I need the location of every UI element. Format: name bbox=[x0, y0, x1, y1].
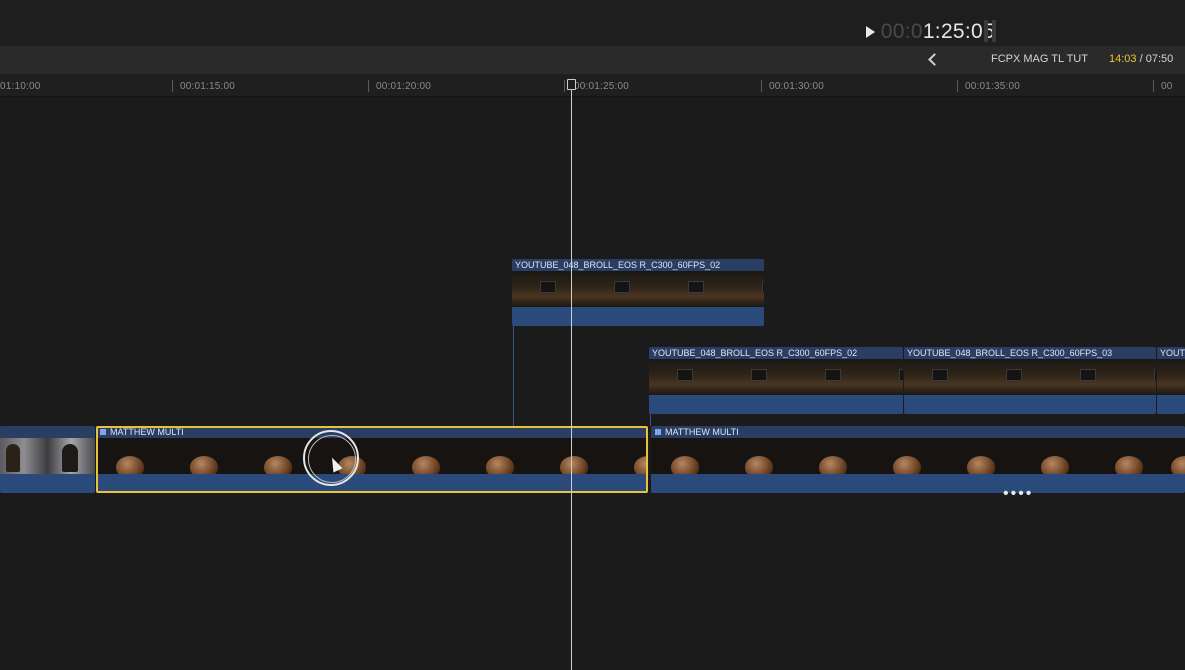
clip-title: YOUT bbox=[1157, 347, 1185, 359]
timecode-dim: 00:0 bbox=[880, 20, 923, 43]
project-name[interactable]: FCPX MAG TL TUT bbox=[991, 53, 1088, 65]
clip-title: MATTHEW MULTI bbox=[651, 426, 1185, 438]
ruler-label: 00:01:30:00 bbox=[769, 81, 825, 92]
multicam-icon bbox=[654, 428, 662, 436]
interview-clip[interactable] bbox=[0, 426, 95, 493]
broll-clip-lower-c[interactable]: YOUT bbox=[1157, 347, 1185, 414]
audio-meter-icon bbox=[984, 20, 996, 44]
clip-title-bar bbox=[0, 426, 95, 438]
multicam-clip-next[interactable]: MATTHEW MULTI bbox=[651, 426, 1185, 493]
clip-audio bbox=[649, 395, 903, 414]
clip-title: YOUTUBE_048_BROLL_EOS R_C300_60FPS_03 bbox=[904, 347, 1156, 359]
timecode-display: 00:0 1:25:05 bbox=[865, 18, 995, 46]
clip-connection-line bbox=[513, 326, 514, 426]
clip-audio bbox=[0, 474, 95, 493]
ruler-label: 00:01:35:00 bbox=[965, 81, 1021, 92]
ruler-tick bbox=[564, 80, 565, 92]
timeline-duration: 14:03 / 07:50 bbox=[1109, 53, 1173, 65]
ruler-tick bbox=[761, 80, 762, 92]
playhead[interactable] bbox=[571, 80, 572, 670]
duration-total: 07:50 bbox=[1145, 53, 1174, 65]
clip-title-text: MATTHEW MULTI bbox=[665, 427, 739, 437]
ruler-tick bbox=[172, 80, 173, 92]
viewer-toolbar: 00:0 1:25:05 bbox=[0, 0, 1185, 46]
clip-title: YOUTUBE_048_BROLL_EOS R_C300_60FPS_02 bbox=[512, 259, 764, 271]
clip-audio bbox=[904, 395, 1156, 414]
ruler-label: 01:10:00 bbox=[0, 81, 41, 92]
selection-outline bbox=[96, 426, 648, 493]
back-chevron-icon[interactable] bbox=[928, 53, 941, 66]
playhead-handle[interactable] bbox=[567, 79, 576, 90]
duration-separator: / bbox=[1136, 53, 1146, 65]
clip-filmstrip bbox=[0, 438, 95, 474]
clip-filmstrip bbox=[904, 359, 1156, 395]
overflow-dots-icon: •••• bbox=[1003, 485, 1034, 502]
ruler-label: 00:01:15:00 bbox=[180, 81, 236, 92]
broll-clip-lower-a[interactable]: YOUTUBE_048_BROLL_EOS R_C300_60FPS_02 bbox=[649, 347, 903, 414]
clip-filmstrip bbox=[651, 438, 1185, 478]
timeline-header: FCPX MAG TL TUT 14:03 / 07:50 bbox=[0, 46, 1185, 74]
duration-position: 14:03 bbox=[1109, 53, 1137, 65]
play-icon[interactable] bbox=[865, 26, 875, 38]
clip-connection-line bbox=[650, 414, 651, 426]
ruler-tick bbox=[957, 80, 958, 92]
broll-clip-upper[interactable]: YOUTUBE_048_BROLL_EOS R_C300_60FPS_02 bbox=[512, 259, 764, 326]
ruler-label: 00:01:20:00 bbox=[376, 81, 432, 92]
ruler-tick bbox=[1153, 80, 1154, 92]
clip-title: YOUTUBE_048_BROLL_EOS R_C300_60FPS_02 bbox=[649, 347, 903, 359]
ruler-tick bbox=[368, 80, 369, 92]
clip-filmstrip bbox=[1157, 359, 1185, 395]
clip-audio bbox=[1157, 395, 1185, 414]
timeline-ruler[interactable]: 01:10:00 00:01:15:00 00:01:20:00 00:01:2… bbox=[0, 74, 1185, 97]
clip-audio bbox=[512, 307, 764, 326]
clip-audio bbox=[651, 474, 1185, 493]
clip-filmstrip bbox=[512, 271, 764, 307]
ruler-label: 00 bbox=[1161, 81, 1173, 92]
clip-filmstrip bbox=[649, 359, 903, 395]
ruler-label: 00:01:25:00 bbox=[574, 81, 630, 92]
broll-clip-lower-b[interactable]: YOUTUBE_048_BROLL_EOS R_C300_60FPS_03 bbox=[904, 347, 1156, 414]
